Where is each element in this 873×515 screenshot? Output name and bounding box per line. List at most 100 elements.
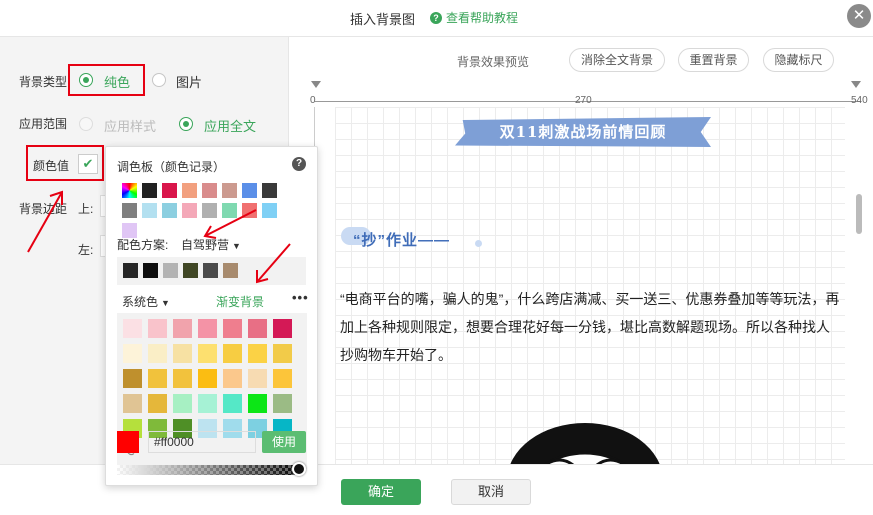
color-swatch[interactable] — [148, 319, 167, 338]
dialog-title: 插入背景图 — [350, 12, 416, 27]
margin-label: 背景边距 — [19, 202, 68, 216]
radio-apply-all[interactable] — [179, 117, 193, 131]
scope-style-label: 应用样式 — [104, 119, 157, 134]
color-swatch[interactable] — [223, 394, 242, 413]
color-swatch[interactable] — [248, 394, 267, 413]
color-swatch[interactable] — [198, 344, 217, 363]
question-icon[interactable]: ? — [292, 157, 306, 171]
color-swatch[interactable] — [203, 263, 218, 278]
ruler-start: 0 — [310, 95, 316, 106]
ruler-left-marker[interactable] — [311, 81, 321, 88]
scheme-label: 配色方案: — [117, 238, 169, 252]
color-swatch[interactable] — [182, 203, 197, 218]
color-swatch[interactable] — [123, 344, 142, 363]
reset-background-button[interactable]: 重置背景 — [678, 48, 749, 72]
color-swatch[interactable] — [142, 183, 157, 198]
color-swatch[interactable] — [123, 263, 138, 278]
color-swatch[interactable] — [122, 203, 137, 218]
color-swatch[interactable] — [173, 344, 192, 363]
title-bar: 插入背景图 ? 查看帮助教程 ✕ — [0, 0, 873, 36]
color-swatch[interactable] — [202, 183, 217, 198]
preview-canvas: 双11刺激战场前情回顾 “抄”作业—— “电商平台的嘴，骗人的鬼”，什么跨店满减… — [335, 107, 845, 465]
hide-ruler-button[interactable]: 隐藏标尺 — [763, 48, 834, 72]
color-swatch[interactable] — [142, 203, 157, 218]
scheme-select[interactable]: 自驾野营 ▼ — [181, 236, 241, 253]
close-icon: ✕ — [852, 7, 866, 24]
opacity-slider[interactable] — [117, 465, 303, 475]
color-swatch[interactable] — [223, 369, 242, 388]
color-swatch[interactable] — [223, 344, 242, 363]
color-swatch[interactable] — [222, 203, 237, 218]
color-swatch[interactable] — [198, 369, 217, 388]
system-colors-label: 系统色 — [122, 295, 159, 309]
color-swatch[interactable] — [162, 203, 177, 218]
ruler-end: 540 — [851, 95, 868, 106]
color-swatch[interactable] — [148, 394, 167, 413]
color-swatch[interactable] — [182, 183, 197, 198]
color-swatch[interactable] — [183, 263, 198, 278]
preview-scrollbar[interactable] — [856, 194, 862, 234]
color-swatch[interactable] — [273, 394, 292, 413]
ruler-right-marker[interactable] — [851, 81, 861, 88]
preview-label: 背景效果预览 — [457, 55, 530, 69]
body-paragraph: “电商平台的嘴，骗人的鬼”，什么跨店满减、买一送三、优惠券叠加等等玩法，再加上各… — [340, 291, 840, 363]
more-options-icon[interactable]: ••• — [292, 290, 309, 305]
help-link[interactable]: ? 查看帮助教程 — [430, 9, 518, 26]
color-swatch[interactable] — [173, 369, 192, 388]
color-swatch[interactable] — [262, 203, 277, 218]
system-colors-select[interactable]: 系统色 ▼ — [122, 293, 170, 310]
section-heading: “抄”作业—— — [353, 232, 451, 249]
hex-color-input[interactable]: #ff0000 — [148, 431, 256, 453]
margin-top-label: 上: — [78, 202, 94, 216]
color-swatch[interactable] — [162, 183, 177, 198]
color-swatch[interactable] — [123, 394, 142, 413]
color-swatch[interactable] — [148, 344, 167, 363]
radio-image[interactable] — [152, 73, 166, 87]
close-button[interactable]: ✕ — [847, 4, 871, 28]
bg-type-solid-label: 纯色 — [104, 75, 131, 90]
color-swatch[interactable] — [173, 319, 192, 338]
color-swatch[interactable] — [198, 319, 217, 338]
color-swatch[interactable] — [273, 344, 292, 363]
clear-background-button[interactable]: 消除全文背景 — [569, 48, 665, 72]
banner-title: 双11刺激战场前情回顾 — [499, 123, 667, 141]
color-swatch[interactable] — [123, 319, 142, 338]
color-swatch[interactable] — [143, 263, 158, 278]
color-history-grid — [122, 183, 277, 238]
color-swatch[interactable] — [262, 183, 277, 198]
ok-button[interactable]: 确定 — [341, 479, 421, 505]
bg-type-label: 背景类型 — [19, 75, 68, 89]
color-swatch[interactable] — [202, 203, 217, 218]
ruler-mid: 270 — [575, 95, 592, 106]
color-swatch[interactable] — [242, 183, 257, 198]
opacity-slider-handle[interactable] — [292, 462, 306, 476]
color-swatch[interactable] — [248, 344, 267, 363]
radio-solid[interactable] — [79, 73, 93, 87]
color-swatch[interactable] — [242, 203, 257, 218]
color-swatch[interactable] — [198, 394, 217, 413]
cancel-button[interactable]: 取消 — [451, 479, 531, 505]
color-swatch[interactable] — [248, 319, 267, 338]
custom-color-wheel[interactable] — [122, 183, 137, 198]
scope-label: 应用范围 — [19, 117, 68, 131]
color-swatch[interactable] — [273, 369, 292, 388]
scope-all-label: 应用全文 — [204, 119, 257, 134]
color-swatch[interactable] — [163, 263, 178, 278]
color-swatch[interactable] — [248, 369, 267, 388]
color-swatch[interactable] — [273, 319, 292, 338]
scheme-value: 自驾野营 — [181, 238, 230, 252]
bg-type-image-label: 图片 — [176, 75, 203, 90]
insert-background-dialog: 插入背景图 ? 查看帮助教程 ✕ 背景类型 纯色 图片 应用范围 应用样式 应用… — [0, 0, 873, 515]
color-swatch[interactable] — [123, 369, 142, 388]
color-swatch[interactable] — [223, 263, 238, 278]
preview-pane: 背景效果预览 消除全文背景 重置背景 隐藏标尺 0 270 540 双11刺激战… — [288, 36, 873, 465]
color-value-checkbox[interactable]: ✔ — [78, 154, 98, 174]
color-swatch[interactable] — [222, 183, 237, 198]
color-swatch[interactable] — [173, 394, 192, 413]
radio-apply-style — [79, 117, 93, 131]
color-swatch[interactable] — [148, 369, 167, 388]
use-color-button[interactable]: 使用 — [262, 431, 306, 453]
color-swatch[interactable] — [223, 319, 242, 338]
gradient-background-tab[interactable]: 渐变背景 — [216, 293, 264, 310]
help-link-label: 查看帮助教程 — [446, 11, 519, 25]
